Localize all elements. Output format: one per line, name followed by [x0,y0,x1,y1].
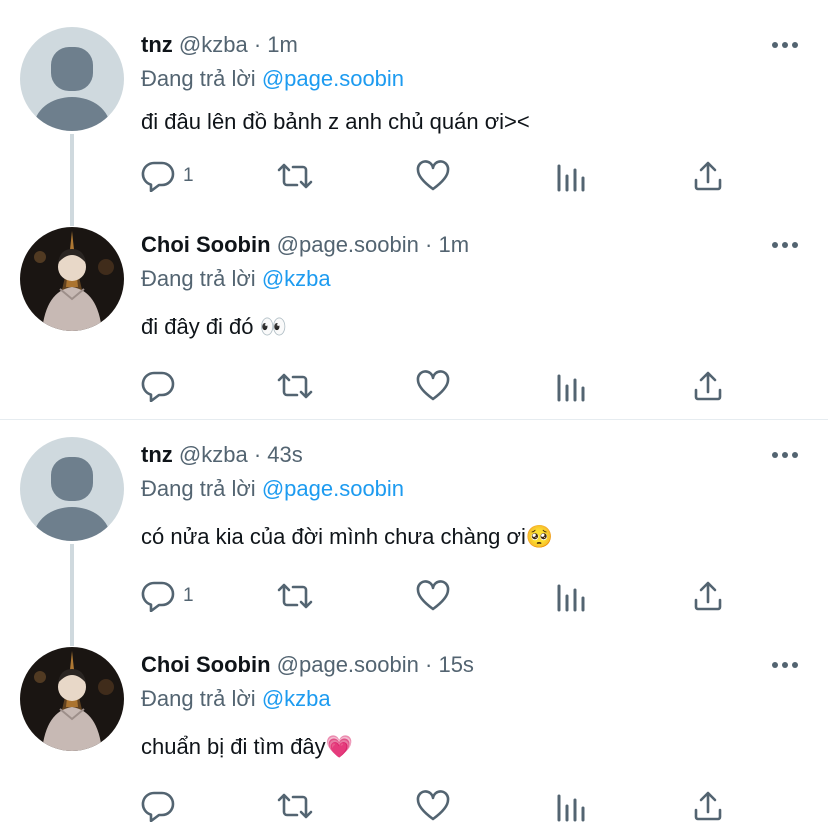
tweet-header: tnz @kzba · 43s [141,442,303,468]
analytics-icon [557,584,585,612]
avatar[interactable] [20,27,124,131]
action-bar: 1 [141,578,741,614]
analytics-icon [557,374,585,402]
tweet[interactable]: tnz @kzba · 1m Đang trả lời @page.soobin… [0,0,828,210]
reply-icon [141,161,175,192]
retweet-button[interactable] [276,788,314,824]
replying-to: Đang trả lời @page.soobin [141,66,404,92]
mention-link[interactable]: @kzba [262,266,331,291]
like-icon [416,790,450,821]
replying-to-label: Đang trả lời [141,66,256,91]
tweet[interactable]: Choi Soobin @page.soobin · 1m Đang trả l… [0,210,828,420]
action-bar [141,788,741,824]
display-name[interactable]: Choi Soobin [141,232,271,257]
like-icon [416,160,450,191]
tweet[interactable]: Choi Soobin @page.soobin · 15s Đang trả … [0,630,828,838]
mention-link[interactable]: @page.soobin [262,476,404,501]
timestamp[interactable]: 1m [267,32,298,57]
more-icon[interactable] [772,659,800,671]
share-button[interactable] [692,788,724,824]
reply-icon [141,371,175,402]
avatar[interactable] [20,437,124,541]
display-name[interactable]: Choi Soobin [141,652,271,677]
reply-icon [141,791,175,822]
mention-link[interactable]: @page.soobin [262,66,404,91]
share-button[interactable] [692,158,724,194]
like-button[interactable] [416,788,450,824]
analytics-button[interactable] [555,578,587,614]
replying-to-label: Đang trả lời [141,266,256,291]
more-icon[interactable] [772,449,800,461]
more-icon[interactable] [772,39,800,51]
reply-count: 1 [183,585,194,606]
replying-to-label: Đang trả lời [141,686,256,711]
user-handle[interactable]: @kzba [179,32,248,57]
user-handle[interactable]: @kzba [179,442,248,467]
tweet-text: đi đây đi đó 👀 [141,314,288,339]
tweet-text: đi đâu lên đồ bảnh z anh chủ quán ơi>< [141,109,530,134]
separator-dot: · [425,232,433,257]
display-name[interactable]: tnz [141,442,173,467]
reply-button[interactable] [141,368,183,404]
share-icon [694,581,722,611]
analytics-button[interactable] [555,368,587,404]
reply-count: 1 [183,165,194,186]
like-icon [416,370,450,401]
tweet-header: Choi Soobin @page.soobin · 15s [141,652,474,678]
share-button[interactable] [692,368,724,404]
replying-to: Đang trả lời @page.soobin [141,476,404,502]
retweet-icon [277,793,313,819]
separator-dot: · [253,442,262,467]
replying-to-label: Đang trả lời [141,476,256,501]
action-bar: 1 [141,158,741,194]
retweet-button[interactable] [276,158,314,194]
replying-to: Đang trả lời @kzba [141,266,331,292]
tweet-header: Choi Soobin @page.soobin · 1m [141,232,469,258]
reply-icon [141,581,175,612]
like-button[interactable] [416,158,450,194]
reply-button[interactable] [141,788,183,824]
separator-dot: · [253,32,262,57]
retweet-icon [277,373,313,399]
like-icon [416,580,450,611]
share-icon [694,791,722,821]
analytics-icon [557,164,585,192]
reply-button[interactable]: 1 [141,158,194,194]
display-name[interactable]: tnz [141,32,173,57]
retweet-button[interactable] [276,578,314,614]
tweet-text: có nửa kia của đời mình chưa chàng ơi🥺 [141,524,554,549]
more-icon[interactable] [772,239,800,251]
avatar[interactable] [20,647,124,751]
retweet-icon [277,163,313,189]
like-button[interactable] [416,578,450,614]
action-bar [141,368,741,404]
timestamp[interactable]: 15s [438,652,473,677]
tweet-header: tnz @kzba · 1m [141,32,298,58]
analytics-button[interactable] [555,788,587,824]
avatar[interactable] [20,227,124,331]
analytics-button[interactable] [555,158,587,194]
reply-button[interactable]: 1 [141,578,194,614]
separator-dot: · [425,652,433,677]
timestamp[interactable]: 1m [438,232,469,257]
retweet-icon [277,583,313,609]
share-button[interactable] [692,578,724,614]
user-handle[interactable]: @page.soobin [277,652,419,677]
tweet[interactable]: tnz @kzba · 43s Đang trả lời @page.soobi… [0,420,828,630]
analytics-icon [557,794,585,822]
mention-link[interactable]: @kzba [262,686,331,711]
user-handle[interactable]: @page.soobin [277,232,419,257]
tweet-text: chuẩn bị đi tìm đây💗 [141,734,354,759]
like-button[interactable] [416,368,450,404]
retweet-button[interactable] [276,368,314,404]
replying-to: Đang trả lời @kzba [141,686,331,712]
share-icon [694,161,722,191]
share-icon [694,371,722,401]
timestamp[interactable]: 43s [267,442,302,467]
